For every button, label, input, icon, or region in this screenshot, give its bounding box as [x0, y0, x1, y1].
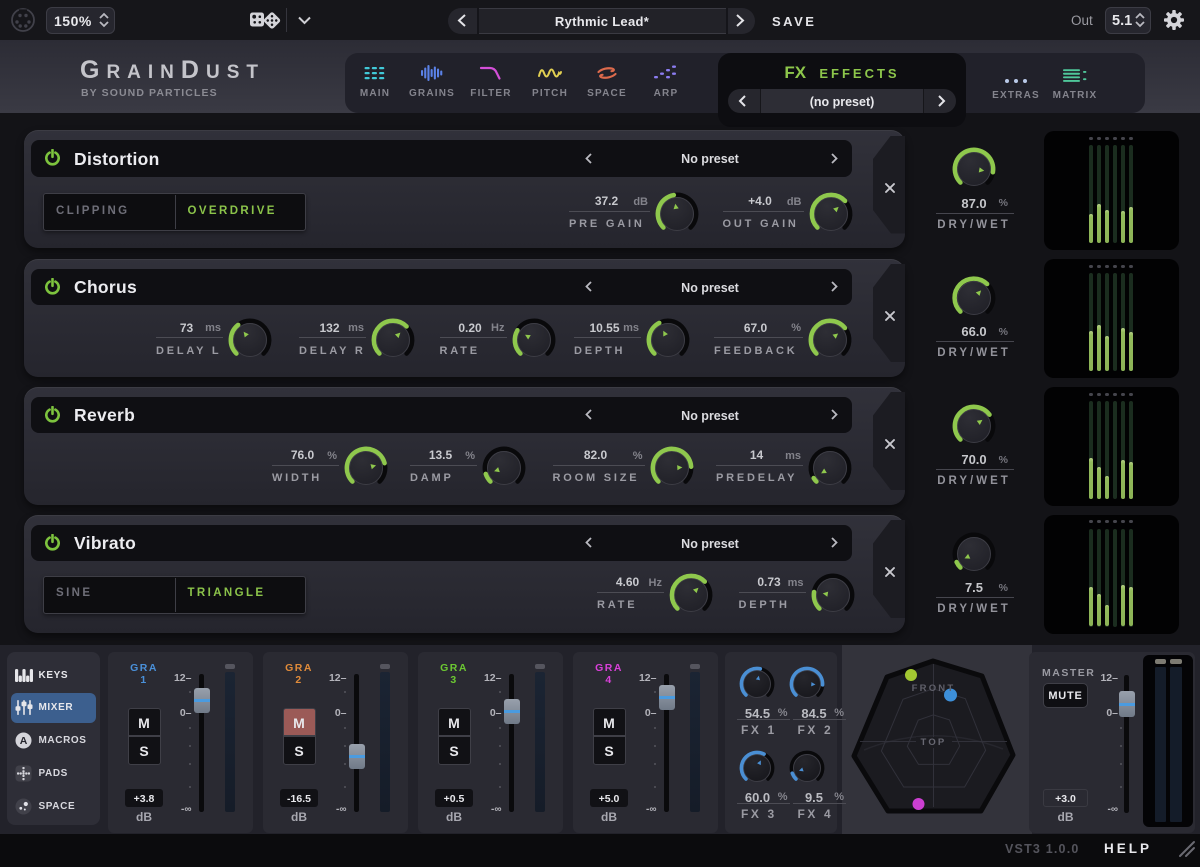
svg-text:A: A	[20, 735, 28, 747]
